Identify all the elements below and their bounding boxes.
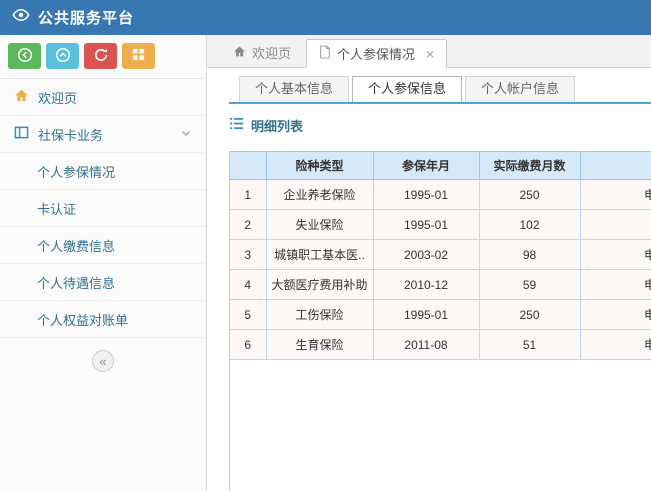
cell-unit: [580, 210, 651, 240]
table-row[interactable]: 4 大额医疗费用补助 2010-12 59 电: [230, 270, 651, 300]
cell-type: 企业养老保险: [266, 180, 373, 210]
sidebar-item-welcome[interactable]: 欢迎页: [0, 79, 206, 116]
cell-month: 1995-01: [373, 300, 479, 330]
subtab-label: 个人参保信息: [368, 81, 446, 96]
table-row[interactable]: 5 工伤保险 1995-01 250 电: [230, 300, 651, 330]
cell-unit: 电: [580, 240, 651, 270]
cell-paid-months: 98: [479, 240, 580, 270]
column-header-month: 参保年月: [373, 152, 479, 180]
home-icon: [233, 45, 246, 61]
tab-label: 个人参保情况: [337, 44, 415, 63]
sidebar: 欢迎页 社保卡业务 个人参保情况 卡认证 个人缴费信息: [0, 35, 207, 491]
sidebar-item-label: 欢迎页: [38, 88, 77, 107]
close-icon[interactable]: ×: [426, 47, 434, 61]
table-row[interactable]: 3 城镇职工基本医.. 2003-02 98 电: [230, 240, 651, 270]
arrow-up-circle-icon: [55, 47, 71, 66]
cell-unit: 电: [580, 330, 651, 360]
sidebar-item-jiaofei[interactable]: 个人缴费信息: [0, 227, 206, 264]
layout: 欢迎页 社保卡业务 个人参保情况 卡认证 个人缴费信息: [0, 35, 651, 491]
subtab-basic-info[interactable]: 个人基本信息: [239, 76, 349, 102]
back-button[interactable]: [8, 43, 41, 69]
tab-personal-insurance[interactable]: 个人参保情况 ×: [306, 39, 447, 68]
column-header-type: 险种类型: [266, 152, 373, 180]
sidebar-item-quanyi[interactable]: 个人权益对账单: [0, 301, 206, 338]
sidebar-item-label: 个人权益对账单: [37, 310, 128, 329]
subtab-label: 个人帐户信息: [481, 81, 559, 96]
section-header: 明细列表: [229, 116, 651, 135]
refresh-icon: [93, 47, 109, 66]
main-area: 欢迎页 个人参保情况 × 个人基本信息 个人参保信息 个人帐户信息: [207, 35, 651, 491]
app-title: 公共服务平台: [38, 7, 134, 28]
cell-index: 4: [230, 270, 266, 300]
sidebar-group-shebaoka[interactable]: 社保卡业务: [0, 116, 206, 153]
file-icon: [319, 45, 331, 62]
modules-button[interactable]: [122, 43, 155, 69]
cell-paid-months: 250: [479, 180, 580, 210]
cell-index: 1: [230, 180, 266, 210]
tab-content: 个人基本信息 个人参保信息 个人帐户信息 明细列表: [207, 68, 651, 491]
arrow-left-circle-icon: [17, 47, 33, 66]
sidebar-item-label: 个人参保情况: [37, 162, 115, 181]
subtab-strip: 个人基本信息 个人参保信息 个人帐户信息: [229, 76, 651, 104]
insurance-table: 险种类型 参保年月 实际缴费月数 1 企业养老保险 1995-01 250 电: [230, 151, 651, 360]
collapse-icon: «: [99, 354, 106, 369]
eye-icon: [12, 6, 30, 29]
cell-index: 2: [230, 210, 266, 240]
up-button[interactable]: [46, 43, 79, 69]
column-header-paid-months: 实际缴费月数: [479, 152, 580, 180]
refresh-button[interactable]: [84, 43, 117, 69]
sidebar-submenu: 个人参保情况 卡认证 个人缴费信息 个人待遇信息 个人权益对账单: [0, 153, 206, 338]
section-title: 明细列表: [251, 116, 303, 135]
table-row[interactable]: 2 失业保险 1995-01 102: [230, 210, 651, 240]
cell-month: 2003-02: [373, 240, 479, 270]
sidebar-item-daiyu[interactable]: 个人待遇信息: [0, 264, 206, 301]
sidebar-item-label: 卡认证: [37, 199, 76, 218]
sidebar-menu: 欢迎页 社保卡业务 个人参保情况 卡认证 个人缴费信息: [0, 79, 206, 338]
home-icon: [14, 88, 29, 106]
app-header: 公共服务平台: [0, 0, 651, 35]
cell-index: 3: [230, 240, 266, 270]
tab-welcome[interactable]: 欢迎页: [221, 38, 303, 67]
table-header-row: 险种类型 参保年月 实际缴费月数: [230, 152, 651, 180]
list-icon: [229, 117, 244, 135]
cell-type: 城镇职工基本医..: [266, 240, 373, 270]
sidebar-toolbar: [0, 35, 206, 79]
cell-type: 生育保险: [266, 330, 373, 360]
cell-type: 失业保险: [266, 210, 373, 240]
table-row[interactable]: 1 企业养老保险 1995-01 250 电: [230, 180, 651, 210]
cell-unit: 电: [580, 180, 651, 210]
cell-month: 2010-12: [373, 270, 479, 300]
cell-unit: 电: [580, 300, 651, 330]
cell-month: 2011-08: [373, 330, 479, 360]
tab-label: 欢迎页: [252, 43, 291, 62]
cell-unit: 电: [580, 270, 651, 300]
cell-type: 大额医疗费用补助: [266, 270, 373, 300]
subtab-account-info[interactable]: 个人帐户信息: [465, 76, 575, 102]
cell-paid-months: 250: [479, 300, 580, 330]
cell-paid-months: 102: [479, 210, 580, 240]
cell-month: 1995-01: [373, 210, 479, 240]
sidebar-item-label: 个人待遇信息: [37, 273, 115, 292]
data-grid: 险种类型 参保年月 实际缴费月数 1 企业养老保险 1995-01 250 电: [229, 151, 651, 491]
sidebar-collapse-button[interactable]: «: [92, 350, 114, 372]
cell-type: 工伤保险: [266, 300, 373, 330]
sidebar-item-label: 个人缴费信息: [37, 236, 115, 255]
table-row[interactable]: 6 生育保险 2011-08 51 电: [230, 330, 651, 360]
grid-icon: [131, 47, 146, 65]
cell-paid-months: 51: [479, 330, 580, 360]
sidebar-item-canbao[interactable]: 个人参保情况: [0, 153, 206, 190]
chevron-down-icon: [180, 127, 192, 142]
cell-index: 5: [230, 300, 266, 330]
subtab-insurance-info[interactable]: 个人参保信息: [352, 76, 462, 102]
cell-index: 6: [230, 330, 266, 360]
subtab-label: 个人基本信息: [255, 81, 333, 96]
sidebar-item-karenzheng[interactable]: 卡认证: [0, 190, 206, 227]
column-header-index: [230, 152, 266, 180]
column-header-unit: [580, 152, 651, 180]
sidebar-group-label: 社保卡业务: [38, 125, 103, 144]
cell-month: 1995-01: [373, 180, 479, 210]
panel-icon: [14, 125, 29, 143]
tab-strip: 欢迎页 个人参保情况 ×: [207, 35, 651, 68]
cell-paid-months: 59: [479, 270, 580, 300]
